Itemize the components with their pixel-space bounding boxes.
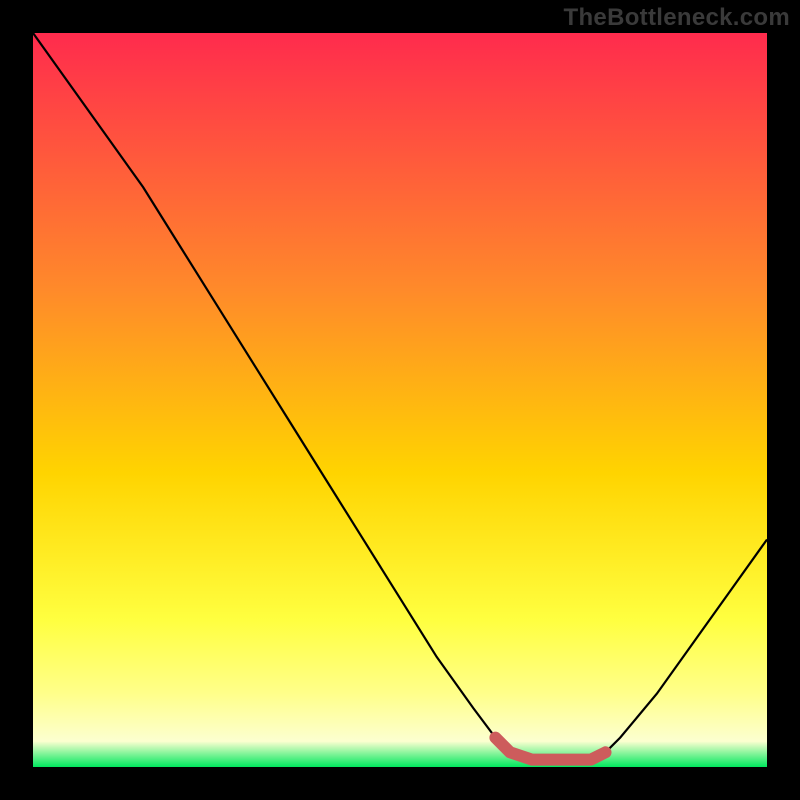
chart-svg [33, 33, 767, 767]
watermark-text: TheBottleneck.com [564, 4, 790, 32]
chart-plot-area [33, 33, 767, 767]
page-root: TheBottleneck.com [0, 0, 800, 800]
chart-background [33, 33, 767, 767]
